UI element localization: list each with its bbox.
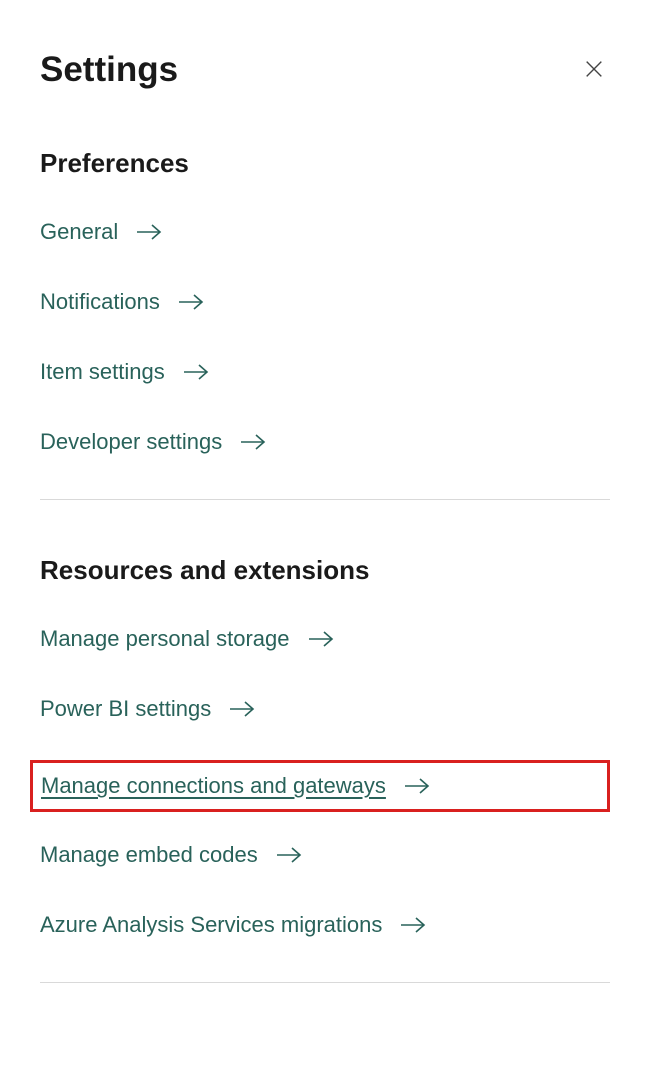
arrow-right-icon — [178, 293, 204, 311]
link-manage-embed-codes[interactable]: Manage embed codes — [40, 842, 610, 868]
link-label: Item settings — [40, 359, 165, 385]
arrow-right-icon — [400, 916, 426, 934]
arrow-right-icon — [183, 363, 209, 381]
link-item-settings[interactable]: Item settings — [40, 359, 610, 385]
link-manage-personal-storage[interactable]: Manage personal storage — [40, 626, 610, 652]
link-power-bi-settings[interactable]: Power BI settings — [40, 696, 610, 722]
link-label: Manage connections and gateways — [41, 773, 386, 799]
arrow-right-icon — [276, 846, 302, 864]
link-label: Notifications — [40, 289, 160, 315]
divider — [40, 982, 610, 983]
preferences-title: Preferences — [40, 148, 610, 179]
page-title: Settings — [40, 50, 178, 90]
arrow-right-icon — [229, 700, 255, 718]
link-label: Manage embed codes — [40, 842, 258, 868]
link-notifications[interactable]: Notifications — [40, 289, 610, 315]
settings-header: Settings — [40, 50, 610, 90]
divider — [40, 499, 610, 500]
arrow-right-icon — [404, 777, 430, 795]
resources-section: Resources and extensions Manage personal… — [40, 555, 610, 938]
link-label: Azure Analysis Services migrations — [40, 912, 382, 938]
arrow-right-icon — [308, 630, 334, 648]
link-developer-settings[interactable]: Developer settings — [40, 429, 610, 455]
link-label: Manage personal storage — [40, 626, 290, 652]
arrow-right-icon — [136, 223, 162, 241]
resources-title: Resources and extensions — [40, 555, 610, 586]
link-label: Power BI settings — [40, 696, 211, 722]
link-label: General — [40, 219, 118, 245]
link-label: Developer settings — [40, 429, 222, 455]
preferences-section: Preferences General Notifications Item s… — [40, 148, 610, 455]
close-button[interactable] — [578, 54, 610, 86]
link-general[interactable]: General — [40, 219, 610, 245]
link-azure-analysis-migrations[interactable]: Azure Analysis Services migrations — [40, 912, 610, 938]
close-icon — [583, 58, 605, 83]
arrow-right-icon — [240, 433, 266, 451]
link-manage-connections-gateways[interactable]: Manage connections and gateways — [30, 760, 610, 812]
